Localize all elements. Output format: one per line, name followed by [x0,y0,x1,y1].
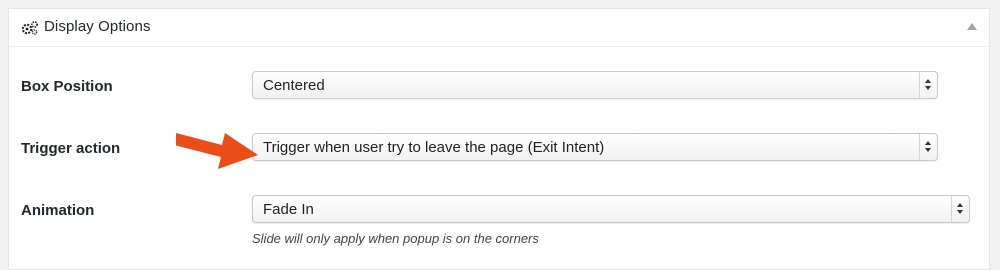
gear-icon [21,21,38,35]
select-arrows-icon [919,72,937,98]
trigger-action-select[interactable]: Trigger when user try to leave the page … [252,133,938,161]
animation-label: Animation [21,202,95,219]
panel-title: Display Options [44,18,151,35]
arrow-right-icon [176,133,258,169]
animation-select[interactable]: Fade In [252,195,970,223]
triangle-up-icon[interactable] [967,23,977,30]
display-options-panel: Display Options Box Position Centered Tr… [8,8,990,270]
box-position-select[interactable]: Centered [252,71,938,99]
trigger-action-label: Trigger action [21,140,121,157]
select-arrows-icon [951,196,969,222]
trigger-action-value: Trigger when user try to leave the page … [263,139,605,156]
box-position-label: Box Position [21,78,113,95]
animation-value: Fade In [263,201,314,218]
box-position-value: Centered [263,77,325,94]
select-arrows-icon [919,134,937,160]
panel-header[interactable]: Display Options [9,9,989,47]
animation-hint: Slide will only apply when popup is on t… [252,231,539,246]
